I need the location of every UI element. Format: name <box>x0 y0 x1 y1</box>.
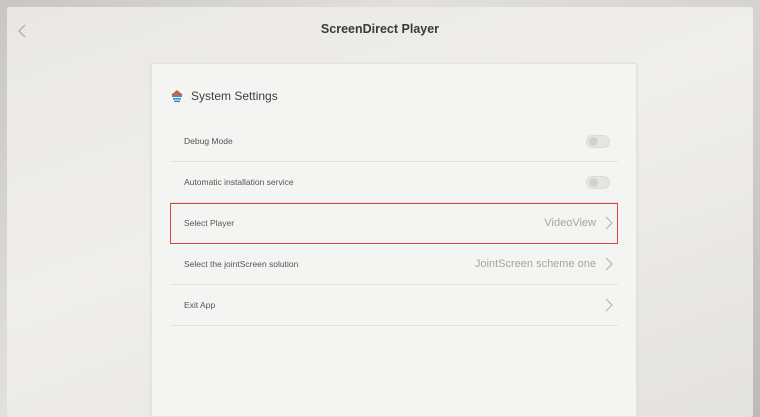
setting-label: Exit App <box>184 300 216 310</box>
setting-row-exit-app[interactable]: Exit App <box>170 285 618 326</box>
settings-list: Debug Mode Automatic installation servic… <box>170 121 618 326</box>
toggle-knob <box>589 178 598 187</box>
setting-value: VideoView <box>544 217 596 229</box>
setting-row-jointscreen[interactable]: Select the jointScreen solution JointScr… <box>170 244 618 285</box>
setting-label: Select Player <box>184 218 235 228</box>
panel-title: System Settings <box>191 89 278 103</box>
panel-header: System Settings <box>170 86 278 106</box>
setting-value-group <box>604 298 614 312</box>
setting-row-auto-install[interactable]: Automatic installation service <box>170 162 618 203</box>
chevron-right-icon <box>605 298 613 312</box>
auto-install-toggle[interactable] <box>586 175 610 189</box>
debug-mode-toggle[interactable] <box>586 134 610 148</box>
setting-label: Select the jointScreen solution <box>184 259 299 269</box>
settings-house-icon <box>171 90 183 103</box>
toggle-knob <box>589 137 598 146</box>
setting-label: Debug Mode <box>184 136 233 146</box>
setting-value-group: JointScreen scheme one <box>475 257 614 271</box>
settings-panel: System Settings Debug Mode Automatic ins… <box>151 63 637 417</box>
app-window: ScreenDirect Player System Settings Debu… <box>7 7 753 417</box>
chevron-right-icon <box>605 257 613 271</box>
setting-label: Automatic installation service <box>184 177 294 187</box>
setting-row-debug-mode[interactable]: Debug Mode <box>170 121 618 162</box>
setting-value: JointScreen scheme one <box>474 258 596 270</box>
setting-row-select-player[interactable]: Select Player VideoView <box>170 203 618 244</box>
chevron-right-icon <box>605 216 613 230</box>
app-title: ScreenDirect Player <box>320 22 440 36</box>
setting-value-group: VideoView <box>544 216 614 230</box>
